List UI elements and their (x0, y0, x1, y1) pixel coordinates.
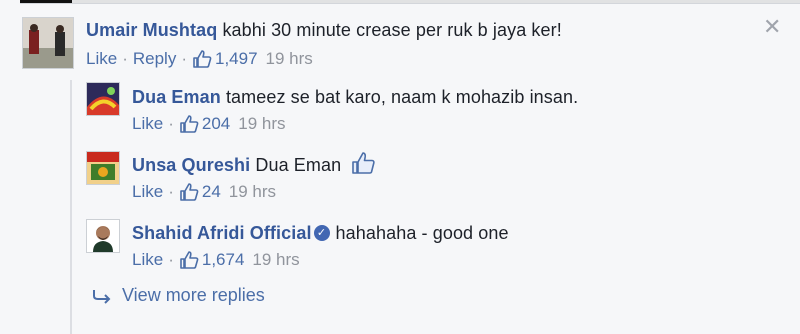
reply-author[interactable]: Unsa Qureshi (132, 155, 250, 175)
thumbs-up-icon[interactable] (179, 250, 199, 270)
thumbs-up-icon[interactable] (192, 49, 212, 69)
reply-text: tameez se bat karo, naam k mohazib insan… (225, 87, 579, 107)
avatar[interactable] (86, 219, 120, 253)
avatar[interactable] (22, 17, 74, 69)
reply-author[interactable]: Dua Eman (132, 87, 221, 107)
like-link[interactable]: Like (132, 114, 163, 134)
thumbs-up-icon[interactable] (179, 182, 199, 202)
view-more-replies-link[interactable]: View more replies (92, 285, 265, 306)
previous-comment-edge (20, 0, 800, 4)
reply-author[interactable]: Shahid Afridi Official (132, 223, 312, 243)
separator: · (168, 114, 174, 133)
like-count[interactable]: 24 (202, 182, 221, 202)
view-more-label[interactable]: View more replies (122, 285, 265, 306)
comment-text: kabhi 30 minute crease per ruk b jaya ke… (222, 20, 562, 40)
like-count[interactable]: 204 (202, 114, 230, 134)
like-link[interactable]: Like (132, 250, 163, 270)
separator: · (168, 182, 174, 201)
avatar[interactable] (86, 151, 120, 185)
separator: · (181, 49, 187, 68)
verified-badge-icon: ✓ (313, 225, 330, 242)
timestamp[interactable]: 19 hrs (238, 114, 285, 134)
thumbs-up-icon[interactable] (179, 114, 199, 134)
separator: · (122, 49, 128, 68)
reply-text: Dua Eman (255, 155, 342, 175)
reply-thread-line (70, 80, 72, 334)
close-icon[interactable]: ✕ (763, 16, 781, 38)
like-link[interactable]: Like (86, 49, 117, 69)
like-count[interactable]: 1,497 (215, 49, 258, 69)
thumbs-up-emoji-icon (352, 152, 376, 175)
like-count[interactable]: 1,674 (202, 250, 245, 270)
timestamp[interactable]: 19 hrs (252, 250, 299, 270)
comment-thread: Umair Mushtaq kabhi 30 minute crease per… (0, 0, 800, 334)
comment-author[interactable]: Umair Mushtaq (86, 20, 217, 40)
separator: · (168, 250, 174, 269)
reply-link[interactable]: Reply (133, 49, 176, 69)
reply-text: hahahaha - good one (335, 223, 509, 243)
timestamp[interactable]: 19 hrs (229, 182, 276, 202)
avatar[interactable] (86, 82, 120, 116)
like-link[interactable]: Like (132, 182, 163, 202)
reply-arrow-icon (93, 289, 111, 304)
timestamp[interactable]: 19 hrs (266, 49, 313, 69)
